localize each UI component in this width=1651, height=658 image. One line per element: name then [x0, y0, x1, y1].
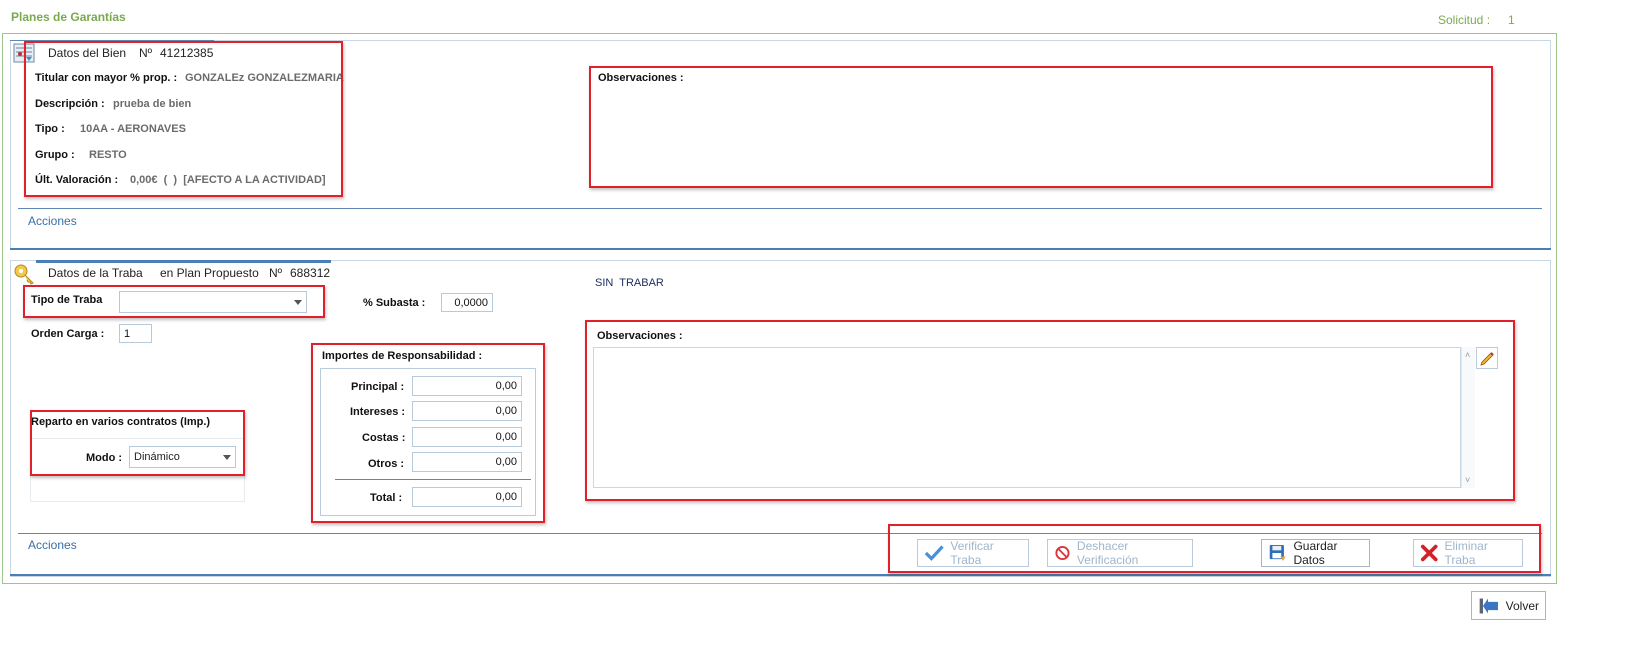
volver-button[interactable]: Volver: [1471, 591, 1546, 620]
action-buttons-highlight: [888, 524, 1541, 573]
bien-acciones-link[interactable]: Acciones: [28, 214, 77, 228]
orden-carga-input[interactable]: 1: [119, 324, 152, 343]
traba-key-icon: [12, 262, 36, 286]
subasta-input[interactable]: 0,0000: [441, 293, 493, 312]
subasta-label: % Subasta :: [363, 297, 426, 309]
traba-estado: SIN TRABAR: [595, 277, 664, 289]
traba-observaciones-highlight: [585, 320, 1515, 501]
bien-acciones-divider: [18, 208, 1542, 209]
traba-header-title: Datos de la Traba: [48, 266, 143, 280]
importes-highlight: [311, 343, 545, 523]
reparto-highlight: [30, 410, 245, 476]
bien-observaciones-box[interactable]: [589, 66, 1493, 188]
traba-header-line: [36, 260, 331, 263]
traba-header-plan: en Plan Propuesto: [160, 266, 259, 280]
solicitud-label: Solicitud :: [1438, 13, 1491, 27]
solicitud-value: 1: [1508, 13, 1515, 27]
orden-carga-label: Orden Carga :: [31, 328, 105, 340]
traba-header-num-label: Nº: [269, 266, 283, 280]
back-arrow-icon: [1479, 598, 1498, 613]
traba-acciones-link[interactable]: Acciones: [28, 538, 77, 552]
bien-data-highlight: [24, 41, 343, 197]
volver-label: Volver: [1505, 598, 1539, 613]
bien-bottom-line: [10, 248, 1551, 250]
traba-header-num: 688312: [290, 266, 331, 280]
tipo-traba-highlight: [23, 285, 325, 318]
traba-bottom-line: [10, 574, 1551, 576]
page-title: Planes de Garantías: [11, 10, 126, 24]
